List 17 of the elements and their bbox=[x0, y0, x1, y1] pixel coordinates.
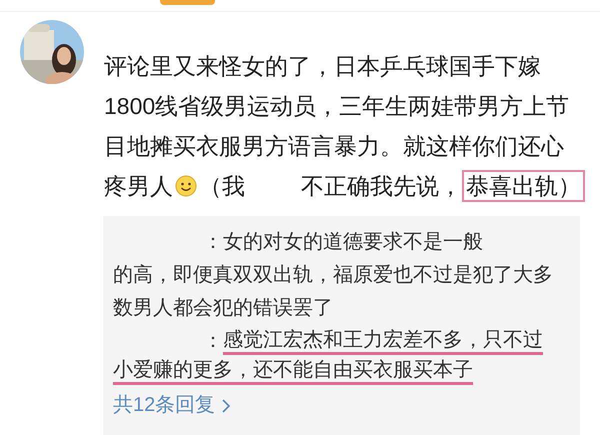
comment-text: 1800线省级男运动员，三年生两娃带男方上节 bbox=[104, 92, 570, 121]
tab-indicator bbox=[160, 0, 215, 5]
comment-text: 疼男人 bbox=[104, 172, 173, 201]
comment-text: ： bbox=[203, 329, 223, 354]
more-replies-link[interactable]: 共12条回复 bbox=[113, 389, 232, 422]
comment-text: 评论里又来怪女的了，日本乒乓球国手下嫁 bbox=[104, 52, 541, 81]
underlined-text: 感觉江宏杰和王力宏差不多，只不过 bbox=[223, 328, 543, 355]
chevron-right-icon bbox=[221, 398, 232, 414]
comment-text: 的高，即便真双双出轨，福原爱也不过是犯了大多 bbox=[113, 263, 553, 288]
comment-text: 数男人都会犯的错误罢了 bbox=[113, 296, 333, 321]
comment-text: ：女的对女的道德要求不是一般 bbox=[203, 230, 483, 255]
comment-text: 不正确我先说， bbox=[301, 172, 462, 201]
smiley-icon bbox=[175, 175, 197, 197]
comment-text: 目地摊买衣服男方语言暴力。就这样你们还心 bbox=[104, 132, 564, 161]
highlighted-text: 恭喜出轨） bbox=[462, 170, 585, 202]
underlined-text: 小爱赚的更多，还不能自由买衣服买本子 bbox=[113, 358, 473, 385]
comment-text: （我 bbox=[199, 172, 245, 201]
